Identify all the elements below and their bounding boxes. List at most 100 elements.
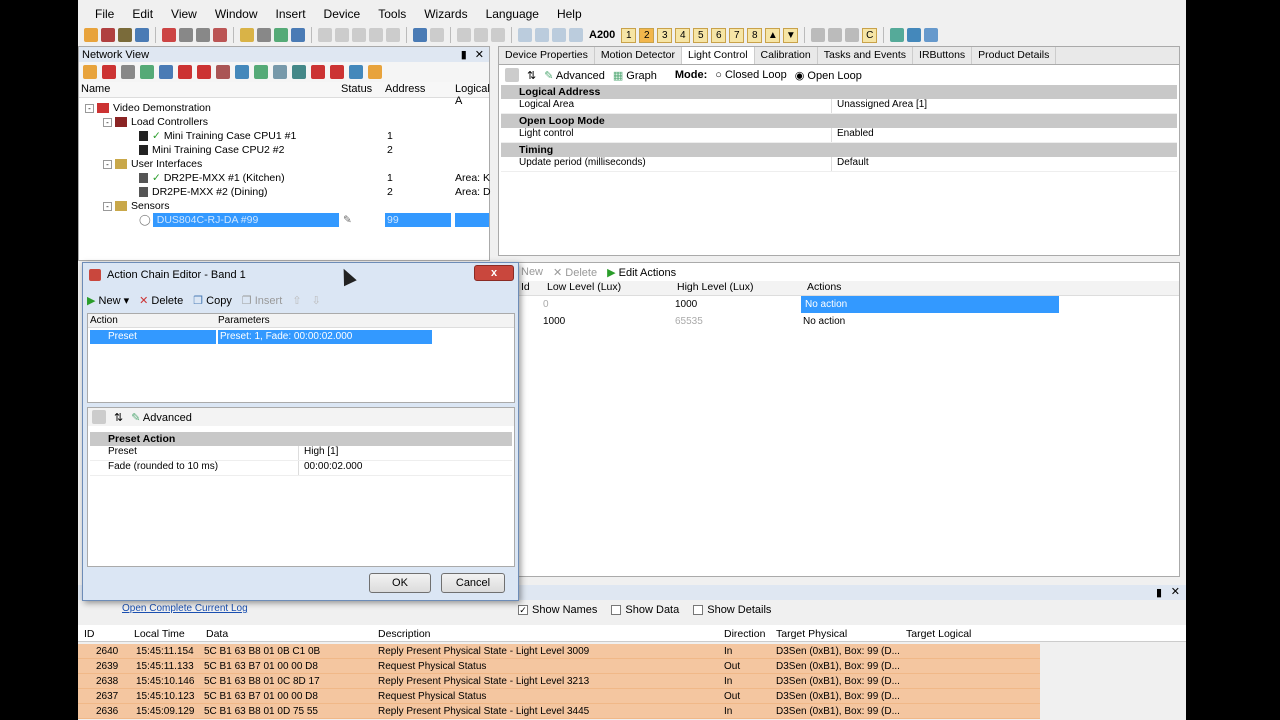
table-row[interactable]: 0 1000 No action (499, 296, 1179, 313)
preset-5-button[interactable]: 5 (693, 27, 709, 43)
col-name[interactable]: Name (81, 83, 110, 95)
menu-help[interactable]: Help (548, 7, 591, 21)
edit-icon[interactable]: ✎ (343, 213, 352, 227)
log-row[interactable]: 2638 15:45:10.146 5C B1 63 B8 01 0C 8D 1… (78, 674, 1040, 689)
tree-item-project[interactable]: - Video Demonstration (85, 101, 211, 115)
copy2-icon[interactable] (335, 28, 349, 42)
network-icon[interactable] (118, 28, 132, 42)
area-label[interactable]: A200 (586, 29, 618, 41)
col-action[interactable]: Action (90, 315, 118, 326)
col-low-level[interactable]: Low Level (Lux) (547, 281, 621, 293)
log-row[interactable]: 2639 15:45:11.133 5C B1 63 B7 01 00 00 D… (78, 659, 1040, 674)
undo-icon[interactable] (413, 28, 427, 42)
disconnect-icon[interactable] (924, 28, 939, 42)
view1-icon[interactable] (518, 28, 532, 42)
preset-1-button[interactable]: 1 (621, 27, 637, 43)
log-col-target-physical[interactable]: Target Physical (776, 628, 847, 640)
col-address[interactable]: Address (385, 83, 425, 95)
log-col-id[interactable]: ID (84, 628, 95, 640)
section-preset-action[interactable]: Preset Action (90, 432, 512, 446)
preset-7-button[interactable]: 7 (729, 27, 745, 43)
view2-icon[interactable] (535, 28, 549, 42)
show-details-checkbox[interactable]: Show Details (693, 604, 771, 616)
tree-icon[interactable] (121, 65, 135, 79)
folder-icon[interactable] (240, 28, 254, 42)
log-col-target-logical[interactable]: Target Logical (906, 628, 971, 640)
redo-icon[interactable] (430, 28, 444, 42)
pin-icon[interactable]: ▮ (461, 48, 467, 61)
dialog-delete-button[interactable]: ✕ Delete (139, 294, 183, 307)
sequence-icon[interactable] (845, 28, 860, 42)
sort-icon[interactable]: ⇅ (114, 411, 123, 424)
connect-icon[interactable] (890, 28, 905, 42)
download-icon[interactable] (197, 65, 211, 79)
delete-icon[interactable] (162, 28, 176, 42)
replace-icon[interactable] (491, 28, 505, 42)
bands-delete-button[interactable]: ✕ Delete (553, 266, 597, 279)
col-parameters[interactable]: Parameters (218, 315, 270, 326)
preset-6-button[interactable]: 6 (711, 27, 727, 43)
advanced-toggle[interactable]: ✎ Advanced (544, 69, 605, 82)
col-actions[interactable]: Actions (807, 281, 841, 293)
log-row[interactable]: 2636 15:45:09.129 5C B1 63 B8 01 0D 75 5… (78, 704, 1040, 719)
open-project-icon[interactable] (101, 28, 115, 42)
record-icon[interactable] (330, 65, 344, 79)
paste-icon[interactable] (196, 28, 210, 42)
add-icon[interactable] (83, 65, 97, 79)
log-row[interactable]: 2640 15:45:11.154 5C B1 63 B8 01 0B C1 0… (78, 644, 1040, 659)
log-col-direction[interactable]: Direction (724, 628, 765, 640)
tab-light-control[interactable]: Light Control (682, 47, 755, 64)
remove-icon[interactable] (213, 28, 227, 42)
scan-icon[interactable] (140, 65, 154, 79)
categorized-icon[interactable] (92, 410, 106, 424)
tab-irbuttons[interactable]: IRButtons (913, 47, 973, 64)
categorized-icon[interactable] (505, 68, 519, 82)
dialog-title-bar[interactable]: Action Chain Editor - Band 1 x (83, 263, 518, 287)
col-status[interactable]: Status (341, 83, 372, 95)
stop-icon[interactable] (311, 65, 325, 79)
dialog-new-button[interactable]: ▶ New ▾ (87, 294, 129, 307)
refresh-icon[interactable] (274, 28, 288, 42)
save-icon[interactable] (135, 28, 149, 42)
property-update-period[interactable]: Update period (milliseconds) Default (501, 157, 1177, 172)
section-logical-address[interactable]: Logical Address (501, 85, 1177, 99)
tab-calibration[interactable]: Calibration (755, 47, 818, 64)
preset-3-button[interactable]: 3 (657, 27, 673, 43)
tree-item-cpu1[interactable]: ✓ Mini Training Case CPU1 #1 (139, 129, 296, 143)
log-col-description[interactable]: Description (378, 628, 431, 640)
property-preset[interactable]: Preset High [1] (90, 446, 512, 461)
view3-icon[interactable] (552, 28, 566, 42)
copy-icon[interactable] (179, 28, 193, 42)
dialog-insert-button[interactable]: ❐ Insert (242, 294, 282, 307)
move-up-icon[interactable]: ⇧ (292, 294, 301, 307)
log-col-time[interactable]: Local Time (134, 628, 185, 640)
star-icon[interactable] (368, 65, 382, 79)
preset-2-button[interactable]: 2 (639, 27, 655, 43)
properties-icon[interactable] (386, 28, 400, 42)
tree-item-cpu2[interactable]: Mini Training Case CPU2 #2 (139, 143, 284, 157)
cancel-button[interactable]: Cancel (441, 573, 505, 593)
paste2-icon[interactable] (352, 28, 366, 42)
menu-file[interactable]: File (86, 7, 123, 21)
tree-item-dining[interactable]: DR2PE-MXX #2 (Dining) (139, 185, 268, 199)
c-button[interactable]: C (862, 27, 878, 43)
tree-item-sensors[interactable]: - Sensors (103, 199, 170, 213)
expand-icon[interactable] (159, 65, 173, 79)
remove-device-icon[interactable] (102, 65, 116, 79)
find-next-icon[interactable] (474, 28, 488, 42)
bands-new-button[interactable]: New (521, 266, 543, 278)
section-open-loop-mode[interactable]: Open Loop Mode (501, 114, 1177, 128)
table-row[interactable]: 1000 65535 No action (499, 313, 1179, 330)
log-close-icon[interactable]: ✕ (1171, 585, 1180, 598)
view4-icon[interactable] (569, 28, 583, 42)
status-icon[interactable] (235, 65, 249, 79)
tab-device-properties[interactable]: Device Properties (499, 47, 595, 64)
log-row[interactable]: 2637 15:45:10.123 5C B1 63 B7 01 00 00 D… (78, 689, 1040, 704)
tree-item-sensor-99[interactable]: ◯ DUS804C-RJ-DA #99 (139, 213, 258, 227)
flash-icon[interactable] (178, 65, 192, 79)
sync-icon[interactable] (254, 65, 268, 79)
property-fade[interactable]: Fade (rounded to 10 ms) 00:00:02.000 (90, 461, 512, 476)
tab-product-details[interactable]: Product Details (972, 47, 1057, 64)
section-timing[interactable]: Timing (501, 143, 1177, 157)
find-icon[interactable] (457, 28, 471, 42)
